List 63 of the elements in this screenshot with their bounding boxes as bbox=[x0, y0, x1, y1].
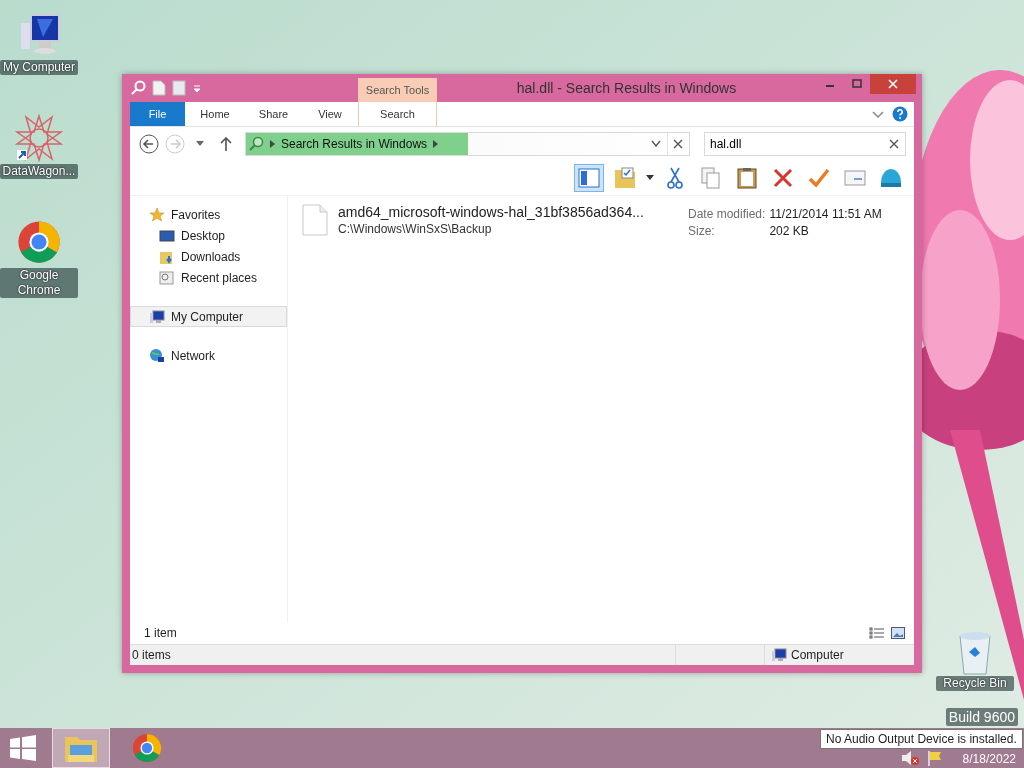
flag-icon[interactable] bbox=[926, 750, 943, 766]
nav-item[interactable]: Downloads bbox=[130, 246, 287, 267]
chrome-icon bbox=[132, 733, 162, 763]
desktop-icon-label[interactable]: Recycle Bin bbox=[936, 676, 1014, 691]
ribbon-tab[interactable]: File bbox=[130, 102, 185, 126]
nav-item[interactable]: Favorites bbox=[130, 204, 287, 225]
search-field[interactable]: hal.dll bbox=[704, 132, 906, 156]
recycle-bin-icon bbox=[957, 630, 993, 676]
star-icon bbox=[149, 206, 165, 223]
chevron-right-icon[interactable] bbox=[433, 140, 439, 148]
back-button[interactable] bbox=[138, 133, 160, 155]
file-icon bbox=[302, 204, 328, 236]
close-icon bbox=[673, 139, 684, 149]
recent-places-icon bbox=[159, 269, 175, 286]
windows-logo-icon[interactable] bbox=[10, 735, 36, 761]
window-title: hal.dll - Search Results in Windows bbox=[515, 80, 738, 96]
chrome-icon bbox=[17, 220, 61, 264]
close-icon bbox=[889, 139, 899, 149]
desktop-icon-label[interactable]: Google Chrome bbox=[0, 268, 78, 298]
star-shortcut-icon bbox=[15, 114, 63, 162]
status-location: Computer bbox=[791, 648, 844, 662]
status-selection: 0 items bbox=[131, 648, 172, 662]
meta-label: Date modified: bbox=[688, 207, 766, 221]
tooltip: No Audio Output Device is installed. bbox=[820, 729, 1023, 749]
contextual-tab-group: Search Tools bbox=[358, 78, 437, 102]
meta-label: Size: bbox=[688, 224, 716, 238]
muted-speaker-icon[interactable] bbox=[900, 750, 919, 766]
chevron-right-icon[interactable] bbox=[270, 140, 275, 148]
nav-item[interactable]: Desktop bbox=[130, 225, 287, 246]
network-icon bbox=[149, 347, 165, 364]
desktop-icon-label[interactable]: My Computer bbox=[0, 60, 78, 75]
nav-item[interactable]: My Computer bbox=[130, 306, 287, 327]
meta-value: 202 KB bbox=[769, 224, 810, 238]
chevron-down-icon[interactable] bbox=[872, 108, 884, 120]
clock-date[interactable]: 8/18/2022 bbox=[962, 752, 1016, 766]
computer-icon bbox=[771, 647, 787, 663]
caret-icon[interactable] bbox=[646, 175, 654, 181]
chevron-down-icon bbox=[651, 140, 661, 148]
close-icon bbox=[888, 79, 898, 89]
search-icon bbox=[248, 136, 264, 152]
meta-value: 11/21/2014 11:51 AM bbox=[769, 207, 882, 221]
nav-item[interactable]: Recent places bbox=[130, 267, 287, 288]
magnifier-icon[interactable] bbox=[130, 80, 146, 96]
ribbon-tab[interactable]: Search bbox=[358, 102, 437, 126]
taskbar-button[interactable] bbox=[52, 728, 110, 768]
watermark-text: Build 9600 bbox=[945, 708, 1018, 726]
preview-pane-button[interactable] bbox=[574, 164, 604, 192]
computer-icon bbox=[149, 308, 165, 325]
large-icons-button[interactable] bbox=[888, 627, 908, 639]
document-icon[interactable] bbox=[172, 80, 186, 96]
nav-item[interactable]: Network bbox=[130, 345, 287, 366]
close-button[interactable] bbox=[870, 74, 916, 94]
up-arrow-icon bbox=[220, 137, 233, 151]
desktop-icon-label[interactable]: DataWagon... bbox=[0, 164, 78, 179]
item-count: 1 item bbox=[144, 626, 177, 640]
file-name[interactable]: amd64_microsoft-windows-hal_31bf3856ad364... bbox=[338, 204, 668, 220]
help-icon[interactable] bbox=[892, 106, 908, 122]
file-path: C:\Windows\WinSxS\Backup bbox=[338, 222, 493, 236]
desktop-icon bbox=[159, 227, 175, 244]
document-icon[interactable] bbox=[152, 80, 166, 96]
maximize-icon bbox=[851, 79, 862, 89]
address-bar[interactable]: Search Results in Windows bbox=[245, 132, 690, 156]
caret-icon bbox=[196, 141, 205, 147]
